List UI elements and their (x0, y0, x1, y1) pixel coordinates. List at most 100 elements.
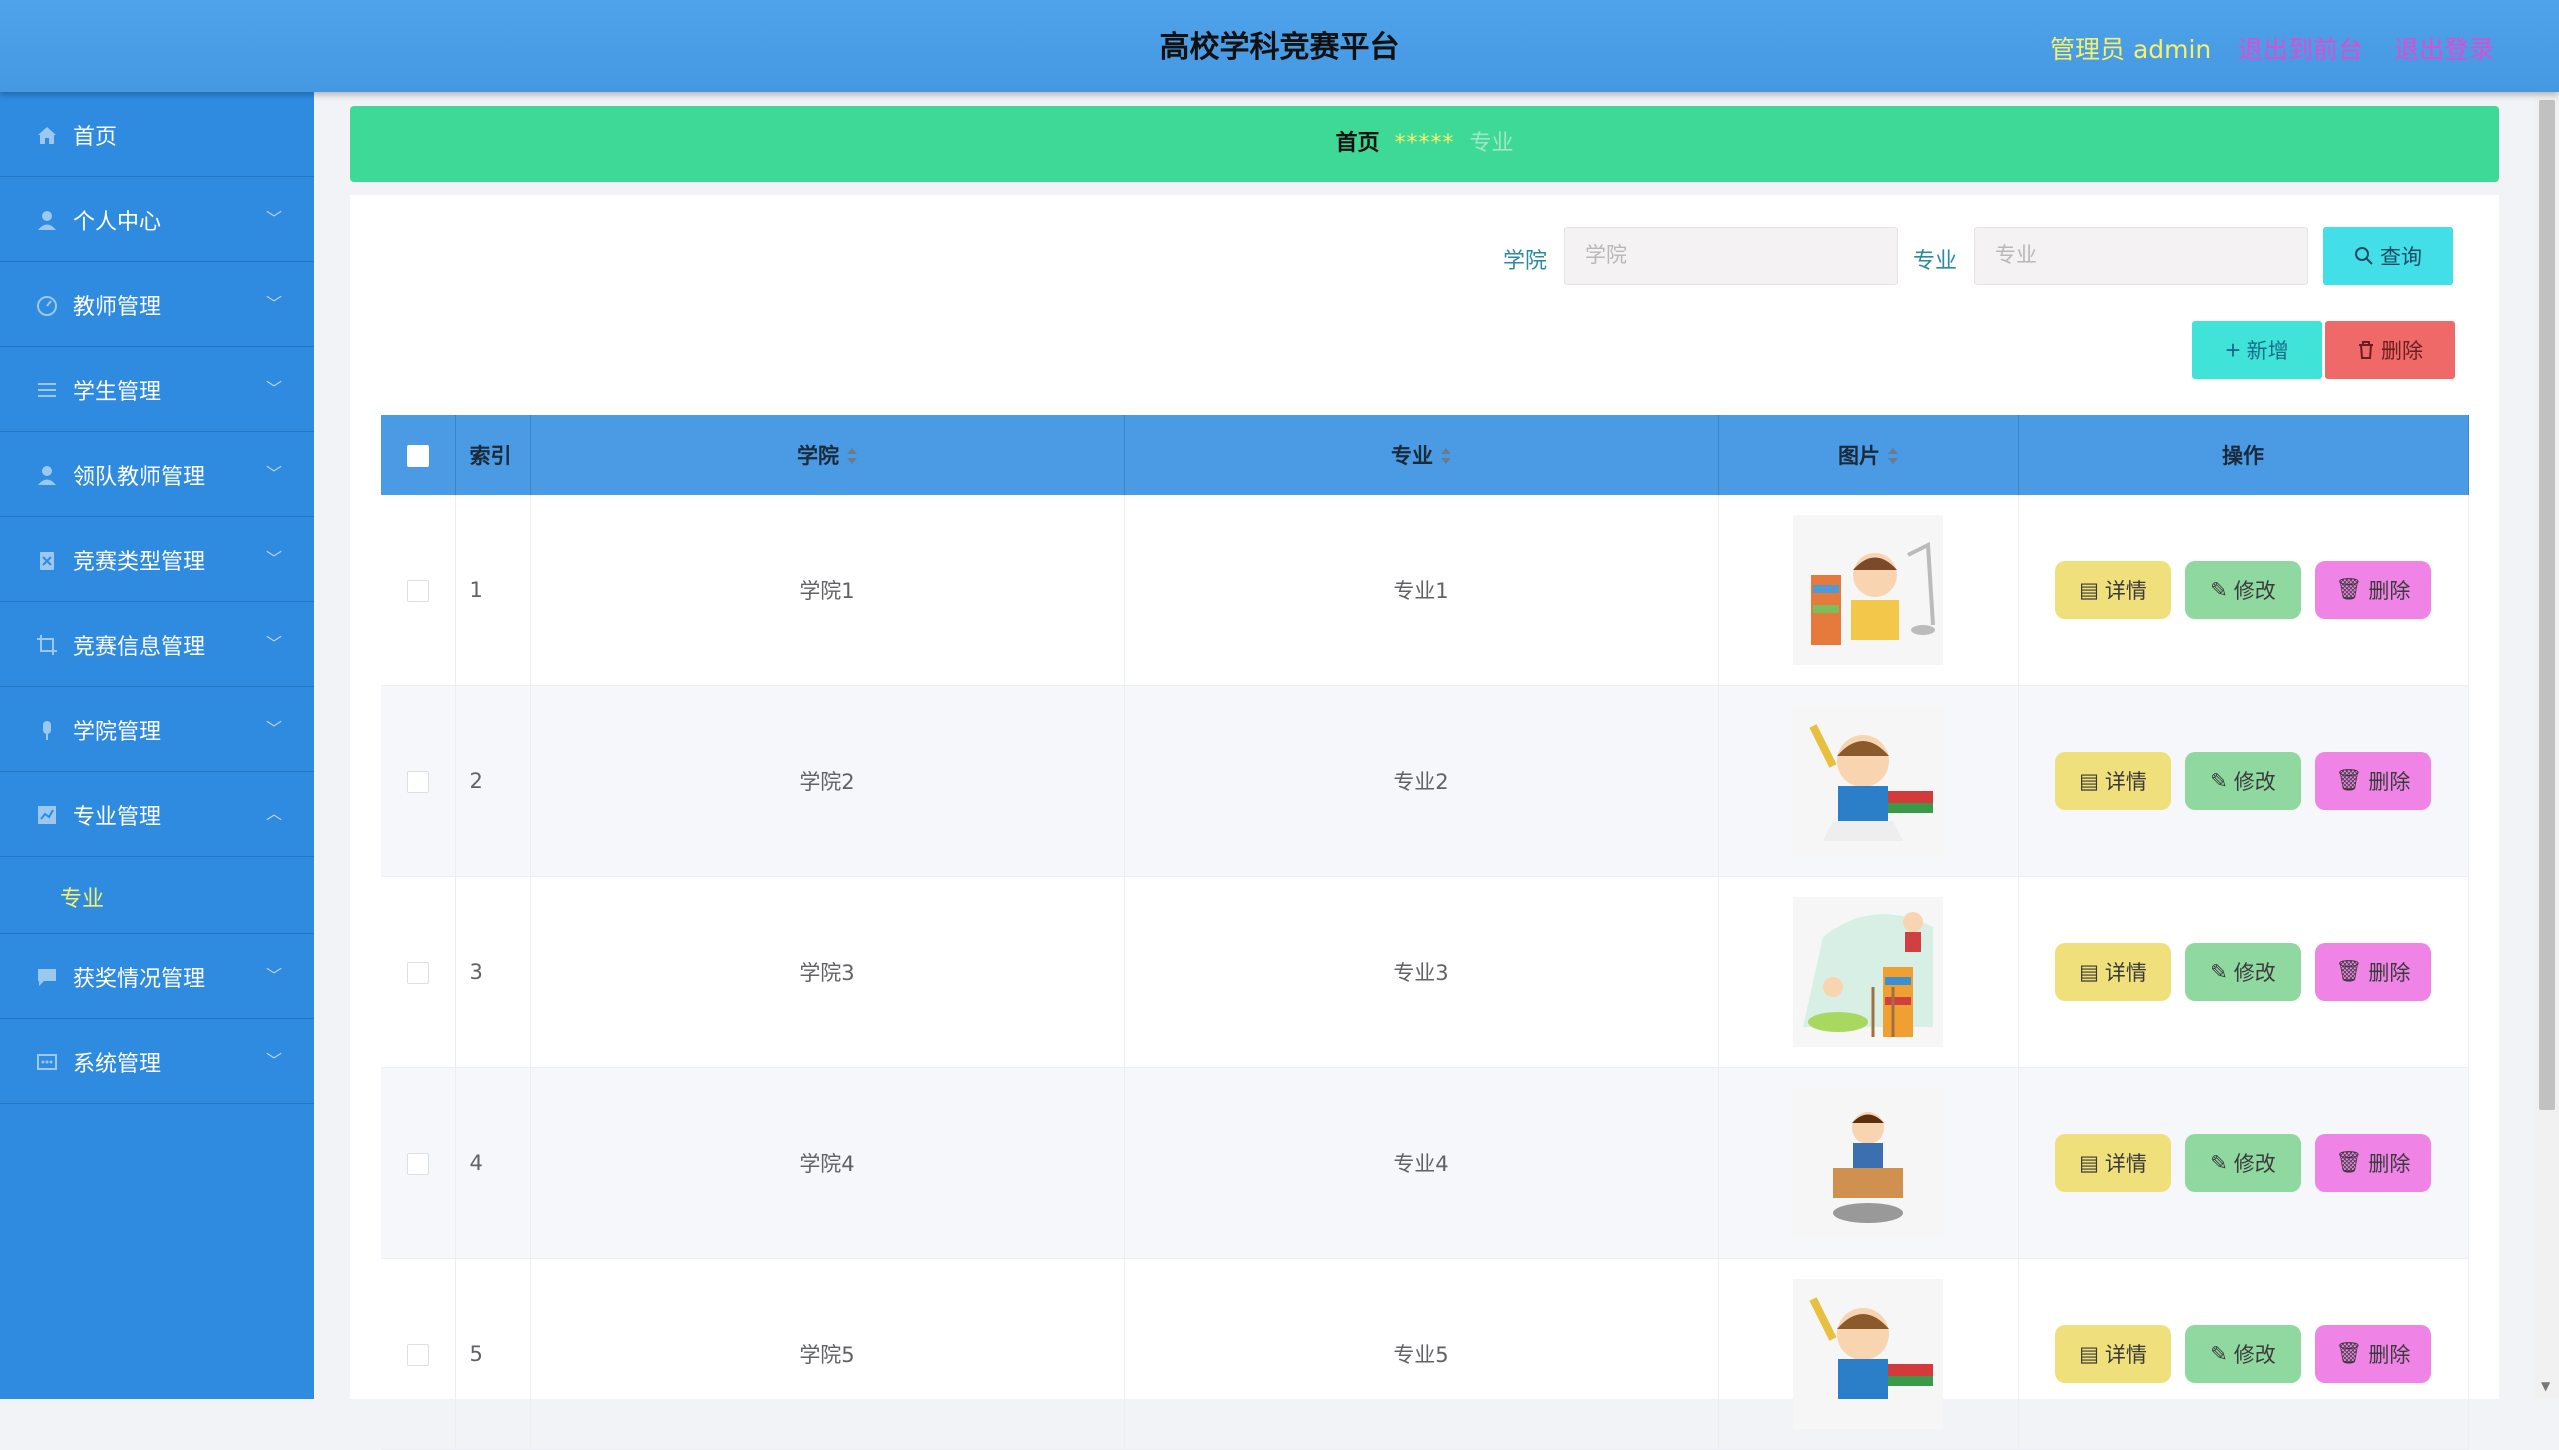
row-image[interactable] (1793, 515, 1943, 665)
trash-icon: 🗑 (2335, 1151, 2363, 1174)
sidebar-item-teacher[interactable]: 教师管理 ﹀ (0, 262, 314, 347)
sidebar-item-student[interactable]: 学生管理 ﹀ (0, 347, 314, 432)
page-scrollbar[interactable]: ▼ (2535, 92, 2559, 1399)
sidebar-item-system[interactable]: 系统管理 ﹀ (0, 1019, 314, 1104)
row-college: 学院4 (530, 1067, 1125, 1259)
edit-button[interactable]: ✎ 修改 (2185, 943, 2301, 1001)
row-checkbox[interactable] (406, 1344, 429, 1366)
delete-button[interactable]: 🗑 删除 (2315, 561, 2431, 619)
sidebar-item-competition-info[interactable]: 竞赛信息管理 ﹀ (0, 602, 314, 687)
sidebar-item-label: 竞赛信息管理 (73, 635, 206, 660)
sort-icon[interactable] (847, 448, 857, 466)
edit-button[interactable]: ✎ 修改 (2185, 1134, 2301, 1192)
row-select-cell (381, 685, 456, 877)
edit-button[interactable]: ✎ 修改 (2185, 561, 2301, 619)
row-actions: ▤ 详情 ✎ 修改 🗑 删除 (2018, 876, 2469, 1068)
sort-icon[interactable] (1441, 448, 1451, 466)
user-icon (38, 211, 56, 230)
column-header-college[interactable]: 学院 (530, 415, 1125, 495)
sidebar-subitem-label: 专业 (60, 887, 105, 912)
sidebar-subitem-major[interactable]: 专业 (0, 857, 314, 934)
sidebar-item-label: 领队教师管理 (73, 465, 206, 490)
delete-button[interactable]: 🗑 删除 (2315, 943, 2431, 1001)
row-checkbox[interactable] (406, 580, 429, 602)
clipboard-icon (40, 552, 54, 570)
sidebar-item-label: 竞赛类型管理 (73, 550, 206, 575)
select-all-cell (381, 415, 456, 495)
query-button[interactable]: 查询 (2323, 227, 2453, 285)
sidebar-item-label: 学院管理 (73, 720, 162, 745)
detail-button[interactable]: ▤ 详情 (2055, 752, 2171, 810)
edit-button-label: 修改 (2233, 580, 2276, 603)
sidebar-item-competition-type[interactable]: 竞赛类型管理 ﹀ (0, 517, 314, 602)
row-image[interactable] (1793, 1279, 1943, 1429)
row-image[interactable] (1793, 897, 1943, 1047)
major-search-label: 专业 (1913, 249, 1958, 274)
add-button[interactable]: + 新增 (2192, 321, 2322, 379)
chevron-up-icon: ︿ (266, 804, 283, 823)
add-button-label: 新增 (2246, 340, 2289, 363)
top-header: 高校学科竞赛平台 管理员 admin 退出到前台 退出登录 (0, 0, 2559, 92)
sidebar-item-label: 获奖情况管理 (73, 967, 206, 992)
row-image-cell (1718, 876, 2019, 1068)
detail-button-label: 详情 (2104, 771, 2147, 794)
chart-icon (38, 806, 56, 824)
delete-button[interactable]: 🗑 删除 (2315, 752, 2431, 810)
sidebar-item-major[interactable]: 专业管理 ︿ (0, 772, 314, 857)
sidebar-item-college[interactable]: 学院管理 ﹀ (0, 687, 314, 772)
sidebar-item-home[interactable]: 首页 (0, 92, 314, 177)
breadcrumb-home[interactable]: 首页 (1335, 131, 1379, 156)
column-header-major[interactable]: 专业 (1124, 415, 1719, 495)
chevron-down-icon: ﹀ (266, 634, 283, 653)
row-select-cell (381, 1258, 456, 1450)
row-checkbox[interactable] (406, 962, 429, 984)
sort-icon[interactable] (1888, 448, 1898, 466)
row-image[interactable] (1793, 706, 1943, 856)
row-checkbox[interactable] (406, 1153, 429, 1175)
major-search-input[interactable] (1974, 227, 2308, 285)
logout-link[interactable]: 退出登录 (2394, 30, 2494, 66)
sidebar-item-lead-teacher[interactable]: 领队教师管理 ﹀ (0, 432, 314, 517)
column-header-label: 学院 (797, 444, 839, 468)
college-search-input[interactable] (1564, 227, 1898, 285)
gauge-icon (37, 296, 57, 316)
edit-button[interactable]: ✎ 修改 (2185, 752, 2301, 810)
edit-icon: ✎ (2210, 769, 2228, 793)
query-button-label: 查询 (2380, 246, 2422, 269)
delete-button-label: 删除 (2368, 962, 2411, 985)
trash-icon: 🗑 (2335, 960, 2363, 983)
column-header-image[interactable]: 图片 (1718, 415, 2019, 495)
sidebar-item-awards[interactable]: 获奖情况管理 ﹀ (0, 934, 314, 1019)
edit-button[interactable]: ✎ 修改 (2185, 1325, 2301, 1383)
row-major: 专业4 (1124, 1067, 1719, 1259)
detail-button-label: 详情 (2104, 962, 2147, 985)
scrollbar-thumb[interactable] (2539, 100, 2555, 1110)
scroll-down-arrow-icon[interactable]: ▼ (2541, 1379, 2550, 1393)
admin-label: 管理员 admin (2050, 35, 2212, 64)
message-icon (37, 1054, 57, 1070)
column-header-label: 图片 (1838, 444, 1880, 468)
column-header-index: 索引 (455, 415, 531, 495)
chevron-down-icon: ﹀ (266, 719, 283, 738)
select-all-checkbox[interactable] (406, 445, 429, 467)
row-checkbox[interactable] (406, 771, 429, 793)
sidebar-item-personal-center[interactable]: 个人中心 ﹀ (0, 177, 314, 262)
row-image[interactable] (1793, 1088, 1943, 1238)
delete-button[interactable]: 🗑 删除 (2315, 1134, 2431, 1192)
detail-button[interactable]: ▤ 详情 (2055, 1134, 2171, 1192)
trash-icon: 🗑 (2335, 1342, 2363, 1365)
detail-button[interactable]: ▤ 详情 (2055, 1325, 2171, 1383)
document-icon: ▤ (2079, 578, 2099, 602)
delete-button[interactable]: 🗑 删除 (2315, 1325, 2431, 1383)
detail-button[interactable]: ▤ 详情 (2055, 561, 2171, 619)
detail-button[interactable]: ▤ 详情 (2055, 943, 2171, 1001)
edit-icon: ✎ (2210, 1151, 2228, 1175)
exit-to-front-link[interactable]: 退出到前台 (2238, 30, 2363, 66)
row-major: 专业1 (1124, 495, 1719, 686)
edit-icon: ✎ (2210, 960, 2228, 984)
sidebar-item-label: 学生管理 (73, 380, 162, 405)
delete-button-label: 删除 (2368, 1153, 2411, 1176)
batch-delete-button[interactable]: 删除 (2325, 321, 2455, 379)
main-panel: 学院 专业 查询 + 新增 删除 索引 学院 专业 图片 操作 1学院1专业1 ▤… (350, 195, 2499, 1450)
row-index: 1 (455, 495, 531, 686)
